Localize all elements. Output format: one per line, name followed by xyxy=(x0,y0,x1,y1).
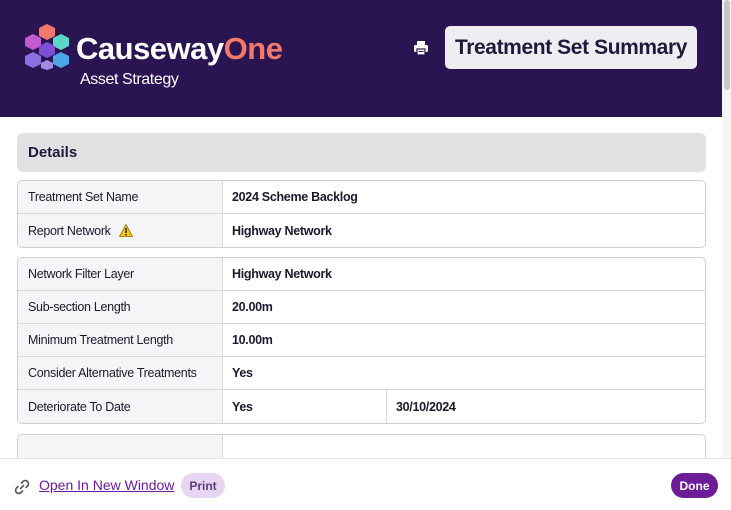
field-label: Consider Alternative Treatments xyxy=(18,357,223,389)
details-content: Details Treatment Set Name 2024 Scheme B… xyxy=(0,117,722,458)
field-label: Report Network xyxy=(18,214,223,247)
field-value: 20.00m xyxy=(232,300,273,314)
table-row: Minimum Treatment Length 10.00m xyxy=(18,324,705,357)
product-subtitle: Asset Strategy xyxy=(80,71,179,88)
causeway-logo-icon xyxy=(25,24,69,70)
link-icon xyxy=(14,479,30,495)
field-value: 10.00m xyxy=(232,333,273,347)
field-value: Highway Network xyxy=(232,267,332,281)
warning-icon xyxy=(118,224,133,237)
field-value xyxy=(223,435,705,458)
details-table-network: Network Filter Layer Highway Network Sub… xyxy=(17,257,706,424)
page-title: Treatment Set Summary xyxy=(445,26,697,69)
field-label: Deteriorate To Date xyxy=(18,390,223,423)
field-value: 2024 Scheme Backlog xyxy=(232,190,358,204)
print-button[interactable]: Print xyxy=(181,473,225,498)
details-table-next xyxy=(17,434,706,458)
table-row: Network Filter Layer Highway Network xyxy=(18,258,705,291)
details-section-heading: Details xyxy=(17,133,706,172)
table-row: Sub-section Length 20.00m xyxy=(18,291,705,324)
done-button[interactable]: Done xyxy=(671,473,718,498)
brand-name: CausewayOne xyxy=(76,31,283,66)
table-row: Report Network Highway Network xyxy=(18,214,705,247)
table-row xyxy=(18,435,705,458)
table-row: Treatment Set Name 2024 Scheme Backlog xyxy=(18,181,705,214)
open-in-new-window-link[interactable]: Open In New Window xyxy=(39,477,174,493)
field-label xyxy=(18,435,223,458)
field-label: Treatment Set Name xyxy=(18,181,223,213)
field-value: Highway Network xyxy=(232,223,332,238)
print-icon[interactable] xyxy=(413,40,429,56)
table-row: Deteriorate To Date Yes 30/10/2024 xyxy=(18,390,705,423)
field-label: Minimum Treatment Length xyxy=(18,324,223,356)
field-label-text: Report Network xyxy=(28,223,111,238)
dialog-footer: Open In New Window Print Done xyxy=(0,458,731,510)
table-row: Consider Alternative Treatments Yes xyxy=(18,357,705,390)
app-header: CausewayOne Asset Strategy Treatment Set… xyxy=(0,0,722,117)
field-label: Sub-section Length xyxy=(18,291,223,323)
field-value: Yes xyxy=(223,390,387,423)
details-table-basic: Treatment Set Name 2024 Scheme Backlog R… xyxy=(17,180,706,248)
field-value: Yes xyxy=(232,366,253,380)
field-label: Network Filter Layer xyxy=(18,258,223,290)
field-value-date: 30/10/2024 xyxy=(396,399,456,414)
scrollbar-thumb[interactable] xyxy=(724,0,730,90)
